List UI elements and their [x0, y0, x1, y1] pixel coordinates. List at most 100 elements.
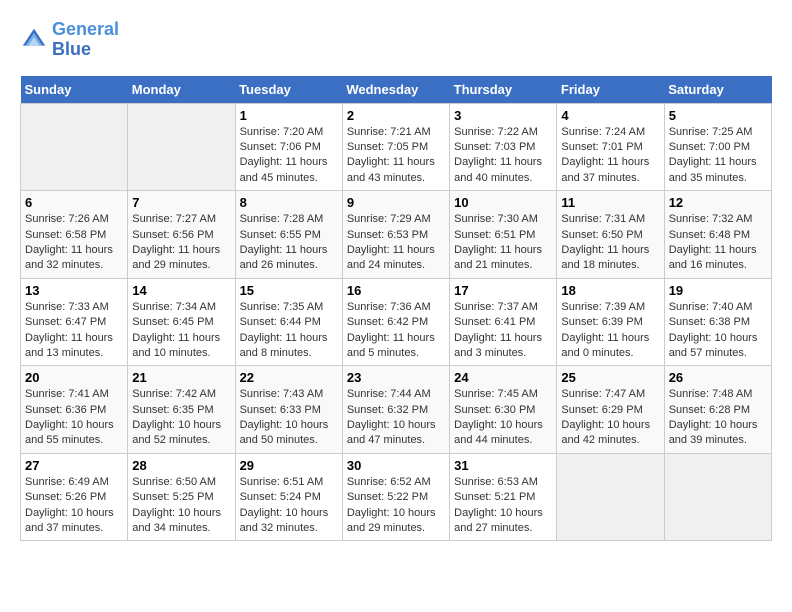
day-number: 24: [454, 370, 552, 385]
day-number: 18: [561, 283, 659, 298]
calendar-week-5: 27 Sunrise: 6:49 AM Sunset: 5:26 PM Dayl…: [21, 453, 772, 541]
calendar-cell: 4 Sunrise: 7:24 AM Sunset: 7:01 PM Dayli…: [557, 103, 664, 191]
calendar-cell: 11 Sunrise: 7:31 AM Sunset: 6:50 PM Dayl…: [557, 191, 664, 279]
day-number: 12: [669, 195, 767, 210]
calendar-cell: 30 Sunrise: 6:52 AM Sunset: 5:22 PM Dayl…: [342, 453, 449, 541]
day-info: Sunrise: 7:29 AM Sunset: 6:53 PM Dayligh…: [347, 212, 445, 274]
day-info: Sunrise: 7:34 AM Sunset: 6:45 PM Dayligh…: [132, 300, 230, 362]
day-number: 8: [240, 195, 338, 210]
calendar-week-1: 1 Sunrise: 7:20 AM Sunset: 7:06 PM Dayli…: [21, 103, 772, 191]
day-info: Sunrise: 7:42 AM Sunset: 6:35 PM Dayligh…: [132, 387, 230, 449]
day-info: Sunrise: 7:37 AM Sunset: 6:41 PM Dayligh…: [454, 300, 552, 362]
calendar-cell: 29 Sunrise: 6:51 AM Sunset: 5:24 PM Dayl…: [235, 453, 342, 541]
day-number: 14: [132, 283, 230, 298]
calendar-cell: [21, 103, 128, 191]
day-number: 27: [25, 458, 123, 473]
col-header-thursday: Thursday: [450, 76, 557, 104]
day-number: 29: [240, 458, 338, 473]
day-info: Sunrise: 7:41 AM Sunset: 6:36 PM Dayligh…: [25, 387, 123, 449]
calendar-cell: 26 Sunrise: 7:48 AM Sunset: 6:28 PM Dayl…: [664, 366, 771, 454]
day-info: Sunrise: 7:35 AM Sunset: 6:44 PM Dayligh…: [240, 300, 338, 362]
logo: General Blue: [20, 20, 119, 60]
day-number: 1: [240, 108, 338, 123]
col-header-saturday: Saturday: [664, 76, 771, 104]
day-number: 16: [347, 283, 445, 298]
calendar-cell: 3 Sunrise: 7:22 AM Sunset: 7:03 PM Dayli…: [450, 103, 557, 191]
day-info: Sunrise: 7:39 AM Sunset: 6:39 PM Dayligh…: [561, 300, 659, 362]
calendar-header-row: SundayMondayTuesdayWednesdayThursdayFrid…: [21, 76, 772, 104]
calendar-cell: 27 Sunrise: 6:49 AM Sunset: 5:26 PM Dayl…: [21, 453, 128, 541]
day-number: 2: [347, 108, 445, 123]
day-number: 10: [454, 195, 552, 210]
day-info: Sunrise: 7:25 AM Sunset: 7:00 PM Dayligh…: [669, 125, 767, 187]
day-info: Sunrise: 6:49 AM Sunset: 5:26 PM Dayligh…: [25, 475, 123, 537]
day-info: Sunrise: 7:22 AM Sunset: 7:03 PM Dayligh…: [454, 125, 552, 187]
day-number: 6: [25, 195, 123, 210]
day-info: Sunrise: 6:51 AM Sunset: 5:24 PM Dayligh…: [240, 475, 338, 537]
day-info: Sunrise: 7:48 AM Sunset: 6:28 PM Dayligh…: [669, 387, 767, 449]
calendar-cell: 8 Sunrise: 7:28 AM Sunset: 6:55 PM Dayli…: [235, 191, 342, 279]
day-number: 13: [25, 283, 123, 298]
day-info: Sunrise: 7:36 AM Sunset: 6:42 PM Dayligh…: [347, 300, 445, 362]
day-info: Sunrise: 7:43 AM Sunset: 6:33 PM Dayligh…: [240, 387, 338, 449]
day-number: 30: [347, 458, 445, 473]
day-info: Sunrise: 6:53 AM Sunset: 5:21 PM Dayligh…: [454, 475, 552, 537]
col-header-wednesday: Wednesday: [342, 76, 449, 104]
day-info: Sunrise: 7:44 AM Sunset: 6:32 PM Dayligh…: [347, 387, 445, 449]
calendar-week-2: 6 Sunrise: 7:26 AM Sunset: 6:58 PM Dayli…: [21, 191, 772, 279]
calendar-cell: 15 Sunrise: 7:35 AM Sunset: 6:44 PM Dayl…: [235, 278, 342, 366]
day-number: 4: [561, 108, 659, 123]
day-number: 31: [454, 458, 552, 473]
day-info: Sunrise: 7:21 AM Sunset: 7:05 PM Dayligh…: [347, 125, 445, 187]
calendar-week-3: 13 Sunrise: 7:33 AM Sunset: 6:47 PM Dayl…: [21, 278, 772, 366]
day-info: Sunrise: 7:45 AM Sunset: 6:30 PM Dayligh…: [454, 387, 552, 449]
calendar-cell: 24 Sunrise: 7:45 AM Sunset: 6:30 PM Dayl…: [450, 366, 557, 454]
calendar-cell: 9 Sunrise: 7:29 AM Sunset: 6:53 PM Dayli…: [342, 191, 449, 279]
day-number: 17: [454, 283, 552, 298]
day-info: Sunrise: 7:24 AM Sunset: 7:01 PM Dayligh…: [561, 125, 659, 187]
day-number: 26: [669, 370, 767, 385]
calendar-cell: 22 Sunrise: 7:43 AM Sunset: 6:33 PM Dayl…: [235, 366, 342, 454]
logo-text: General: [52, 20, 119, 40]
day-info: Sunrise: 6:50 AM Sunset: 5:25 PM Dayligh…: [132, 475, 230, 537]
day-info: Sunrise: 7:40 AM Sunset: 6:38 PM Dayligh…: [669, 300, 767, 362]
calendar-cell: 1 Sunrise: 7:20 AM Sunset: 7:06 PM Dayli…: [235, 103, 342, 191]
calendar-cell: 31 Sunrise: 6:53 AM Sunset: 5:21 PM Dayl…: [450, 453, 557, 541]
day-info: Sunrise: 7:32 AM Sunset: 6:48 PM Dayligh…: [669, 212, 767, 274]
logo-icon: [20, 26, 48, 54]
day-number: 20: [25, 370, 123, 385]
day-number: 28: [132, 458, 230, 473]
day-info: Sunrise: 7:47 AM Sunset: 6:29 PM Dayligh…: [561, 387, 659, 449]
calendar-cell: 6 Sunrise: 7:26 AM Sunset: 6:58 PM Dayli…: [21, 191, 128, 279]
calendar-cell: 2 Sunrise: 7:21 AM Sunset: 7:05 PM Dayli…: [342, 103, 449, 191]
calendar-cell: 7 Sunrise: 7:27 AM Sunset: 6:56 PM Dayli…: [128, 191, 235, 279]
day-info: Sunrise: 7:27 AM Sunset: 6:56 PM Dayligh…: [132, 212, 230, 274]
day-number: 3: [454, 108, 552, 123]
day-info: Sunrise: 7:30 AM Sunset: 6:51 PM Dayligh…: [454, 212, 552, 274]
calendar-cell: 23 Sunrise: 7:44 AM Sunset: 6:32 PM Dayl…: [342, 366, 449, 454]
page-header: General Blue: [20, 20, 772, 60]
col-header-sunday: Sunday: [21, 76, 128, 104]
day-info: Sunrise: 7:33 AM Sunset: 6:47 PM Dayligh…: [25, 300, 123, 362]
day-number: 9: [347, 195, 445, 210]
calendar-cell: 12 Sunrise: 7:32 AM Sunset: 6:48 PM Dayl…: [664, 191, 771, 279]
day-info: Sunrise: 7:26 AM Sunset: 6:58 PM Dayligh…: [25, 212, 123, 274]
logo-text2: Blue: [52, 40, 119, 60]
day-number: 5: [669, 108, 767, 123]
calendar-cell: [664, 453, 771, 541]
day-number: 23: [347, 370, 445, 385]
calendar-week-4: 20 Sunrise: 7:41 AM Sunset: 6:36 PM Dayl…: [21, 366, 772, 454]
day-number: 19: [669, 283, 767, 298]
calendar-table: SundayMondayTuesdayWednesdayThursdayFrid…: [20, 76, 772, 542]
col-header-tuesday: Tuesday: [235, 76, 342, 104]
calendar-cell: 21 Sunrise: 7:42 AM Sunset: 6:35 PM Dayl…: [128, 366, 235, 454]
calendar-cell: 25 Sunrise: 7:47 AM Sunset: 6:29 PM Dayl…: [557, 366, 664, 454]
col-header-monday: Monday: [128, 76, 235, 104]
calendar-cell: 14 Sunrise: 7:34 AM Sunset: 6:45 PM Dayl…: [128, 278, 235, 366]
calendar-cell: 13 Sunrise: 7:33 AM Sunset: 6:47 PM Dayl…: [21, 278, 128, 366]
calendar-cell: 20 Sunrise: 7:41 AM Sunset: 6:36 PM Dayl…: [21, 366, 128, 454]
calendar-cell: 17 Sunrise: 7:37 AM Sunset: 6:41 PM Dayl…: [450, 278, 557, 366]
calendar-cell: 19 Sunrise: 7:40 AM Sunset: 6:38 PM Dayl…: [664, 278, 771, 366]
calendar-cell: 5 Sunrise: 7:25 AM Sunset: 7:00 PM Dayli…: [664, 103, 771, 191]
day-number: 15: [240, 283, 338, 298]
